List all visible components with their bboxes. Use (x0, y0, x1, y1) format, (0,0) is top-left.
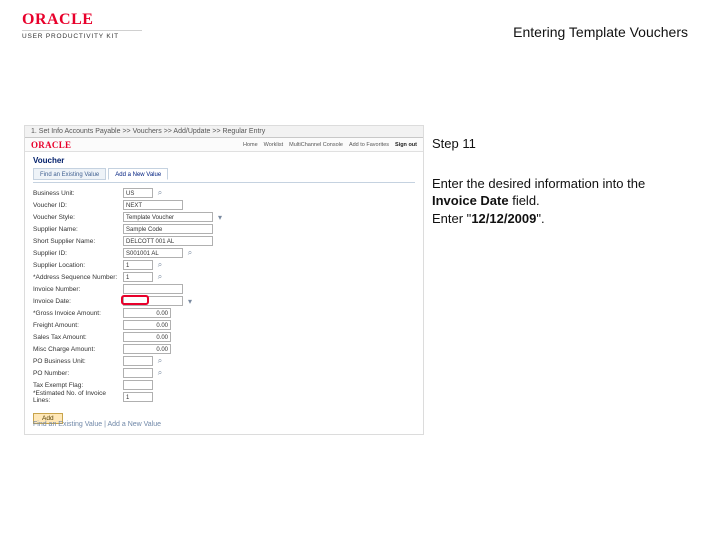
input-tax-exempt-flag[interactable] (123, 380, 153, 390)
lookup-icon[interactable]: ⌕ (185, 248, 195, 258)
label-est-lines: *Estimated No. of Invoice Lines: (33, 390, 123, 404)
row-address-seq: *Address Sequence Number: 1 ⌕ (25, 271, 423, 283)
input-supplier-location[interactable]: 1 (123, 260, 153, 270)
row-invoice-date: Invoice Date: ▾ (25, 295, 423, 307)
row-voucher-style: Voucher Style: Template Voucher ▾ (25, 211, 423, 223)
topnav-links: Home Worklist MultiChannel Console Add t… (243, 142, 417, 148)
footer-tabs-link[interactable]: Find an Existing Value | Add a New Value (33, 421, 161, 428)
row-est-lines: *Estimated No. of Invoice Lines: 1 (25, 391, 423, 403)
oracle-logo-small: ORACLE (31, 138, 71, 152)
row-misc-charge-amount: Misc Charge Amount: 0.00 (25, 343, 423, 355)
nav-worklist[interactable]: Worklist (264, 142, 283, 148)
instruction-line1a: Enter the desired information into the (432, 176, 645, 191)
row-sales-tax-amount: Sales Tax Amount: 0.00 (25, 331, 423, 343)
row-voucher-id: Voucher ID: NEXT (25, 199, 423, 211)
chevron-down-icon[interactable]: ▾ (215, 212, 225, 222)
label-freight-amount: Freight Amount: (33, 322, 123, 329)
page-title: Entering Template Vouchers (513, 24, 688, 40)
input-voucher-id[interactable]: NEXT (123, 200, 183, 210)
row-po-business-unit: PO Business Unit: ⌕ (25, 355, 423, 367)
instruction-bold-field: Invoice Date (432, 193, 509, 208)
tab-strip: Find an Existing Value Add a New Value (25, 168, 423, 180)
input-invoice-number[interactable] (123, 284, 183, 294)
input-business-unit[interactable]: US (123, 188, 153, 198)
label-voucher-id: Voucher ID: (33, 202, 123, 209)
nav-signout[interactable]: Sign out (395, 142, 417, 148)
nav-home[interactable]: Home (243, 142, 258, 148)
select-voucher-style[interactable]: Template Voucher (123, 212, 213, 222)
label-sales-tax-amount: Sales Tax Amount: (33, 334, 123, 341)
row-supplier-id: Supplier ID: S001001 AL ⌕ (25, 247, 423, 259)
lookup-icon[interactable]: ⌕ (155, 260, 165, 270)
browser-titlebar: 1. Set Info Accounts Payable >> Vouchers… (25, 126, 423, 138)
label-invoice-date: Invoice Date: (33, 298, 123, 305)
label-short-supplier-name: Short Supplier Name: (33, 238, 123, 245)
input-supplier-name[interactable]: Sample Code (123, 224, 213, 234)
oracle-logo: ORACLE (22, 12, 142, 27)
input-gross-invoice-amount[interactable]: 0.00 (123, 308, 171, 318)
label-supplier-name: Supplier Name: (33, 226, 123, 233)
input-short-supplier-name[interactable]: DELCOTT 001 AL (123, 236, 213, 246)
instruction-line2c: ". (536, 211, 544, 226)
label-voucher-style: Voucher Style: (33, 214, 123, 221)
row-freight-amount: Freight Amount: 0.00 (25, 319, 423, 331)
input-sales-tax-amount[interactable]: 0.00 (123, 332, 171, 342)
label-gross-invoice-amount: *Gross Invoice Amount: (33, 310, 123, 317)
nav-favorites[interactable]: Add to Favorites (349, 142, 389, 148)
tab-underline (33, 182, 415, 183)
label-invoice-number: Invoice Number: (33, 286, 123, 293)
row-short-supplier-name: Short Supplier Name: DELCOTT 001 AL (25, 235, 423, 247)
divider (22, 30, 142, 31)
input-address-seq[interactable]: 1 (123, 272, 153, 282)
input-po-business-unit[interactable] (123, 356, 153, 366)
app-topnav: ORACLE Home Worklist MultiChannel Consol… (25, 138, 423, 152)
step-label: Step 11 (432, 135, 690, 153)
oracle-logo-block: ORACLE USER PRODUCTIVITY KIT (22, 12, 142, 40)
label-tax-exempt-flag: Tax Exempt Flag: (33, 382, 123, 389)
input-freight-amount[interactable]: 0.00 (123, 320, 171, 330)
input-po-number[interactable] (123, 368, 153, 378)
input-supplier-id[interactable]: S001001 AL (123, 248, 183, 258)
lookup-icon[interactable]: ⌕ (155, 356, 165, 366)
label-po-number: PO Number: (33, 370, 123, 377)
page-heading: Voucher (25, 152, 423, 168)
upk-subtitle: USER PRODUCTIVITY KIT (22, 33, 142, 40)
input-misc-charge-amount[interactable]: 0.00 (123, 344, 171, 354)
lookup-icon[interactable]: ⌕ (155, 272, 165, 282)
row-supplier-name: Supplier Name: Sample Code (25, 223, 423, 235)
row-invoice-number: Invoice Number: (25, 283, 423, 295)
lookup-icon[interactable]: ⌕ (155, 188, 165, 198)
input-invoice-date[interactable] (123, 296, 183, 306)
label-address-seq: *Address Sequence Number: (33, 274, 123, 281)
calendar-icon[interactable]: ▾ (185, 296, 195, 306)
tab-find-existing[interactable]: Find an Existing Value (33, 168, 106, 180)
nav-multichannel[interactable]: MultiChannel Console (289, 142, 343, 148)
row-business-unit: Business Unit: US ⌕ (25, 187, 423, 199)
instruction-text: Enter the desired information into the I… (432, 175, 690, 228)
tab-add-new[interactable]: Add a New Value (108, 168, 168, 180)
input-est-lines[interactable]: 1 (123, 392, 153, 402)
screenshot-panel: 1. Set Info Accounts Payable >> Vouchers… (24, 125, 424, 435)
row-po-number: PO Number: ⌕ (25, 367, 423, 379)
instruction-line2a: Enter " (432, 211, 471, 226)
row-gross-invoice-amount: *Gross Invoice Amount: 0.00 (25, 307, 423, 319)
label-po-business-unit: PO Business Unit: (33, 358, 123, 365)
label-misc-charge-amount: Misc Charge Amount: (33, 346, 123, 353)
page-header: ORACLE USER PRODUCTIVITY KIT Entering Te… (0, 0, 720, 56)
row-supplier-location: Supplier Location: 1 ⌕ (25, 259, 423, 271)
lookup-icon[interactable]: ⌕ (155, 368, 165, 378)
instruction-line1c: field. (509, 193, 540, 208)
label-business-unit: Business Unit: (33, 190, 123, 197)
instruction-panel: Step 11 Enter the desired information in… (432, 135, 690, 227)
instruction-bold-value: 12/12/2009 (471, 211, 536, 226)
label-supplier-location: Supplier Location: (33, 262, 123, 269)
label-supplier-id: Supplier ID: (33, 250, 123, 257)
